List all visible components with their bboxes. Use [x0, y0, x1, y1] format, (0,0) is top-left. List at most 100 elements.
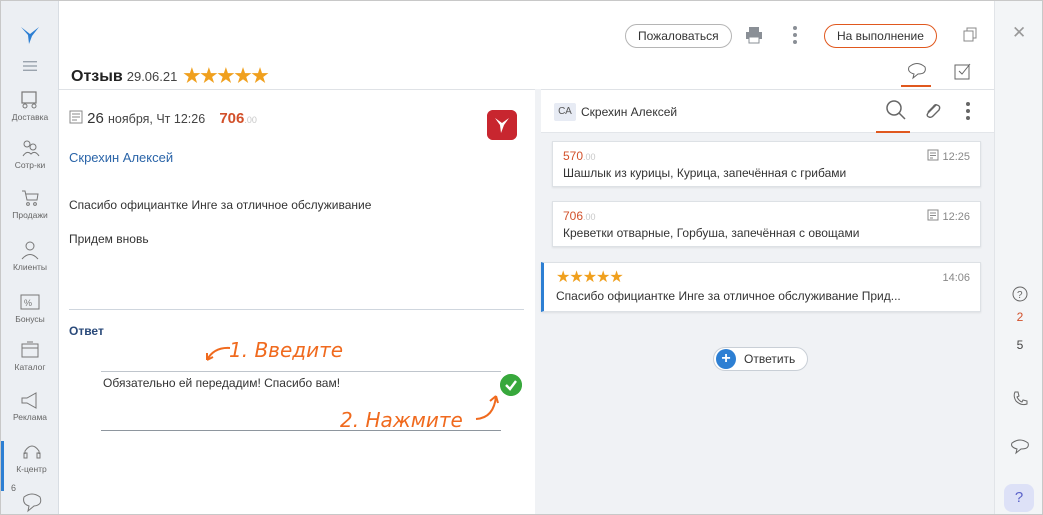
annotation-enter: 1. Введите — [229, 338, 344, 362]
chat-author: Скрехин Алексей — [581, 105, 678, 119]
source-logo-icon — [487, 110, 517, 140]
help-button[interactable]: ? — [1004, 484, 1034, 512]
order-sum-kop: .00 — [583, 152, 596, 162]
attach-icon[interactable] — [923, 101, 943, 121]
execute-button[interactable]: На выполнение — [824, 24, 937, 48]
review-date: 29.06.21 — [126, 69, 178, 84]
annotation-arrow-2-icon — [475, 395, 499, 420]
order-sum-kop: .00 — [583, 212, 596, 222]
page-title: Отзыв 29.06.21 ★★★★★ — [71, 65, 269, 88]
phone-icon[interactable] — [1011, 390, 1029, 408]
order-card[interactable]: 570.00 12:25 Шашлык из курицы, Курица, з… — [552, 141, 981, 187]
reply-button-label: Ответить — [744, 352, 796, 366]
window-icon[interactable] — [962, 27, 978, 43]
receipt-icon — [927, 149, 939, 161]
sidebar-item-label: К-центр — [16, 464, 47, 474]
sidebar-item-label: Клиенты — [12, 262, 48, 272]
answer-input[interactable]: Обязательно ей передадим! Спасибо вам! — [103, 376, 340, 390]
employees-icon — [22, 140, 40, 157]
annotation-press: 2. Нажмите — [340, 408, 463, 432]
order-sum-value: 570 — [563, 149, 584, 163]
sidebar-item-label: Продажи — [12, 210, 48, 220]
chat-tab-icon[interactable] — [906, 61, 928, 81]
review-card-text: Спасибо официантке Инге за отличное обсл… — [556, 289, 901, 303]
divider — [69, 309, 524, 310]
submit-check-button[interactable] — [500, 374, 522, 396]
headset-icon — [23, 445, 40, 459]
order-time-text: 12:25 — [942, 151, 970, 163]
sidebar-item-label: Доставка — [11, 112, 49, 122]
svg-text:?: ? — [1017, 290, 1023, 301]
order-description: Креветки отварные, Горбуша, запечённая с… — [563, 226, 860, 240]
search-icon[interactable] — [885, 99, 907, 121]
order-time-text: 12:26 — [942, 211, 970, 223]
divider — [101, 371, 501, 372]
sidebar-item-employees[interactable]: Сотр-ки — [1, 137, 59, 187]
sidebar-item-ads[interactable]: Реклама — [1, 389, 59, 439]
avatar: СА — [554, 103, 576, 121]
rating-stars: ★★★★★ — [183, 66, 269, 87]
chat-panel: СА Скрехин Алексей 570.00 12:25 Шашлык и… — [541, 89, 994, 514]
answer-label: Ответ — [69, 324, 104, 338]
sidebar-item-contact-center[interactable]: К-центр — [1, 441, 59, 491]
counter-badge: 6 — [11, 483, 17, 493]
sidebar-item-label: Сотр-ки — [14, 160, 46, 170]
message-icon[interactable] — [1010, 437, 1030, 455]
more-icon[interactable] — [965, 101, 971, 121]
complain-button[interactable]: Пожаловаться — [625, 24, 732, 48]
review-text-line1: Спасибо официантке Инге за отличное обсл… — [69, 198, 372, 212]
order-card[interactable]: 706.00 12:26 Креветки отварные, Горбуша,… — [552, 201, 981, 247]
sidebar-item-catalog[interactable]: Каталог — [1, 339, 59, 389]
print-icon[interactable] — [744, 25, 764, 45]
review-text-line2: Придем вновь — [69, 232, 149, 246]
plus-icon: + — [716, 349, 736, 369]
header: Пожаловаться На выполнение Отзыв 29.06.21… — [59, 1, 994, 89]
order-sum-value: 706 — [563, 209, 584, 223]
task-tab-icon[interactable] — [953, 61, 973, 81]
review-card-stars: ★★★★★ — [556, 269, 624, 286]
clients-icon — [21, 241, 39, 260]
sidebar: Доставка Сотр-ки Продажи Клиенты % Бонус… — [1, 1, 59, 514]
review-author-link[interactable]: Скрехин Алексей — [69, 150, 173, 165]
chat-icon[interactable] — [21, 493, 43, 513]
sales-icon — [22, 190, 39, 206]
review-panel: 26 ноября, Чт 12:26 706.00 Скрехин Алекс… — [59, 89, 535, 514]
active-tool-indicator — [876, 131, 910, 133]
reply-button[interactable]: + Ответить — [713, 347, 809, 371]
active-tab-indicator — [901, 85, 931, 87]
sidebar-item-label: Каталог — [14, 362, 46, 372]
order-description: Шашлык из курицы, Курица, запечённая с г… — [563, 166, 847, 180]
review-amount-kop: .00 — [244, 115, 257, 125]
sidebar-item-label: Бонусы — [15, 314, 45, 324]
app-logo-icon[interactable] — [18, 23, 42, 47]
sidebar-item-bonus[interactable]: % Бонусы — [1, 291, 59, 341]
delivery-icon — [21, 91, 37, 109]
order-time: 12:26 — [927, 209, 970, 223]
sidebar-item-clients[interactable]: Клиенты — [1, 239, 59, 289]
review-day: 26 — [87, 110, 104, 127]
more-icon[interactable] — [792, 25, 798, 45]
review-month-time: ноября, Чт 12:26 — [108, 112, 206, 126]
review-meta: 26 ноября, Чт 12:26 706.00 — [69, 110, 257, 127]
unread-counter[interactable]: 2 — [995, 310, 1042, 324]
page-title-text: Отзыв — [71, 68, 123, 85]
svg-text:%: % — [24, 298, 32, 308]
annotation-arrow-1-icon — [206, 346, 231, 361]
ads-icon — [21, 392, 37, 409]
receipt-icon — [927, 209, 939, 221]
catalog-icon — [21, 341, 39, 358]
question-chat-icon[interactable]: ? — [1011, 285, 1029, 303]
total-counter[interactable]: 5 — [995, 338, 1042, 352]
order-sum: 706.00 — [563, 209, 596, 223]
review-amount-value: 706 — [219, 110, 245, 127]
sidebar-item-delivery[interactable]: Доставка — [1, 89, 59, 139]
sidebar-item-sales[interactable]: Продажи — [1, 187, 59, 237]
receipt-icon — [69, 110, 83, 124]
app-window: Доставка Сотр-ки Продажи Клиенты % Бонус… — [0, 0, 1043, 515]
menu-icon[interactable] — [23, 61, 37, 71]
close-icon[interactable]: ✕ — [1012, 23, 1026, 43]
review-card[interactable]: ★★★★★ 14:06 Спасибо официантке Инге за о… — [541, 262, 981, 312]
bonus-icon: % — [20, 294, 40, 310]
review-amount: 706.00 — [219, 110, 257, 127]
review-card-time: 14:06 — [942, 272, 970, 284]
